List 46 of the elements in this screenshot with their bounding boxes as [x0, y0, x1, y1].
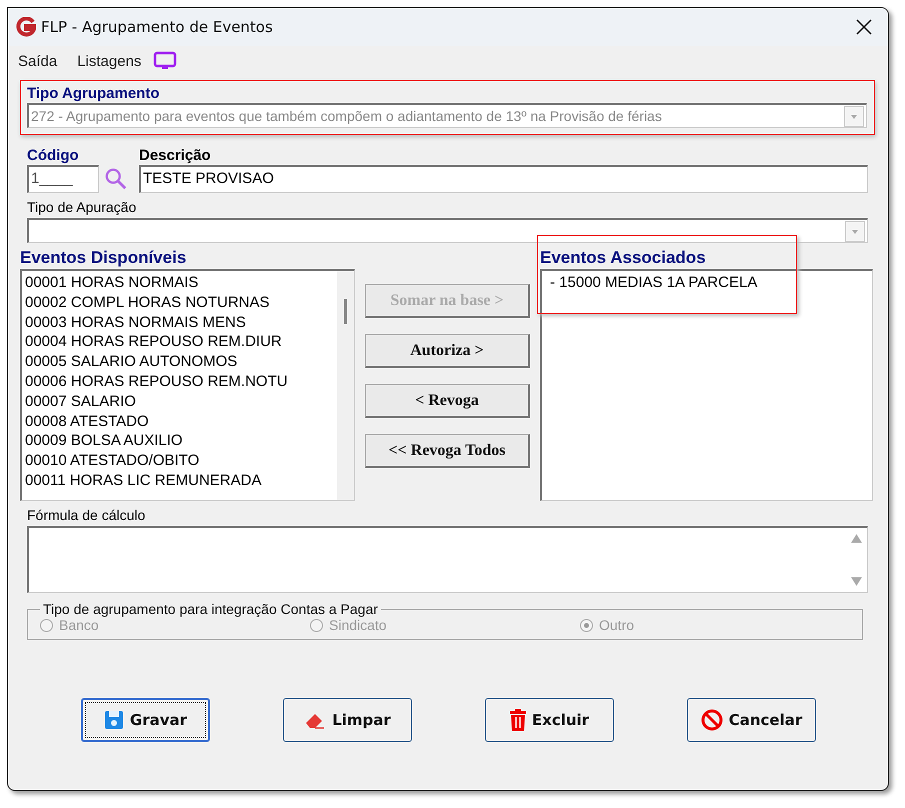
- window-title: FLP - Agrupamento de Eventos: [41, 18, 274, 36]
- logo-icon: [16, 17, 36, 37]
- transfer-button[interactable]: < Revoga: [365, 384, 530, 418]
- delete-button[interactable]: Excluir: [485, 698, 614, 742]
- description-field[interactable]: TESTE PROVISAO: [139, 165, 868, 193]
- field-label: Tipo Agrupamento: [27, 85, 160, 102]
- transfer-button[interactable]: Autoriza >: [365, 334, 530, 368]
- code-field[interactable]: 1____: [27, 165, 99, 193]
- prohibited-icon: [700, 709, 723, 731]
- field-label: Tipo de Apuração: [27, 199, 138, 216]
- list-heading: Eventos Associados: [540, 247, 707, 269]
- calculation-type-dropdown[interactable]: [27, 218, 868, 243]
- search-icon[interactable]: [104, 167, 128, 191]
- scrollbar[interactable]: [337, 271, 354, 500]
- list-item[interactable]: 00006 HORAS REPOUSO REM.NOTU: [25, 372, 334, 392]
- list-heading: Eventos Disponíveis: [20, 247, 188, 269]
- field-label: Código: [27, 147, 80, 165]
- radio-label: Banco: [59, 617, 99, 633]
- cancel-button[interactable]: Cancelar: [687, 698, 816, 742]
- radio-label: Sindicato: [329, 617, 387, 633]
- monitor-icon[interactable]: [153, 51, 178, 71]
- list-item[interactable]: 00008 ATESTADO: [25, 412, 334, 432]
- list-item[interactable]: 00001 HORAS NORMAIS: [25, 273, 334, 293]
- close-icon: [856, 19, 872, 35]
- list-item[interactable]: 00003 HORAS NORMAIS MENS: [25, 312, 334, 332]
- radio-label: Outro: [599, 617, 634, 633]
- group-title: Tipo de agrupamento para integração Contas a Pagar: [42, 601, 379, 617]
- list-item[interactable]: 00004 HORAS REPOUSO REM.DIUR: [25, 332, 334, 352]
- save-button[interactable]: Gravar: [81, 698, 210, 742]
- list-item[interactable]: 00011 HORAS LIC REMUNERADA: [25, 470, 334, 491]
- list-item[interactable]: 00009 BOLSA AUXILIO: [25, 431, 334, 452]
- list-item[interactable]: - 15000 MEDIAS 1A PARCELA: [545, 273, 869, 293]
- formula-text-area[interactable]: [27, 526, 868, 593]
- menu-item[interactable]: Saída: [18, 52, 58, 70]
- trash-icon: [510, 709, 526, 731]
- field-label: Fórmula de cálculo: [27, 507, 146, 524]
- scroll-down-icon[interactable]: [850, 577, 862, 586]
- list-item[interactable]: 00007 SALARIO: [25, 392, 334, 412]
- transfer-button[interactable]: << Revoga Todos: [365, 434, 530, 468]
- list-item[interactable]: 00010 ATESTADO/OBITO: [25, 451, 334, 471]
- clear-button[interactable]: Limpar: [283, 698, 412, 742]
- list-item[interactable]: 00005 SALARIO AUTONOMOS: [25, 352, 334, 372]
- menu-item[interactable]: Listagens: [77, 52, 142, 70]
- field-label: Descrição: [139, 147, 212, 165]
- list-item[interactable]: 00002 COMPL HORAS NOTURNAS: [25, 292, 334, 313]
- scroll-up-icon[interactable]: [850, 534, 862, 543]
